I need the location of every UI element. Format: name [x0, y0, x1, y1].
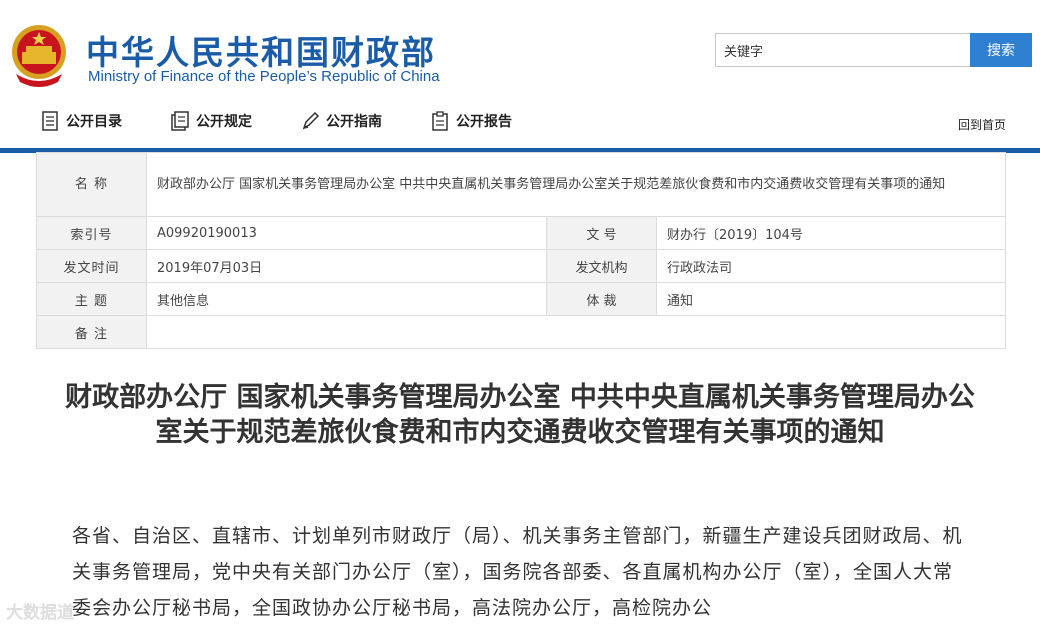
nav-item-guide[interactable]: 公开指南	[300, 110, 382, 132]
nav-label-report: 公开报告	[456, 114, 512, 130]
index-value: A09920190013	[146, 216, 547, 250]
nav-label-catalog: 公开目录	[66, 114, 122, 130]
top-nav: 公开目录 公开规定 公开指南 公开报告 回到首页	[0, 100, 1040, 148]
search-input[interactable]	[715, 33, 971, 67]
doc-no-value: 财办行〔2019〕104号	[656, 216, 1006, 250]
topic-label: 主 题	[36, 282, 147, 316]
report-icon	[432, 111, 448, 131]
catalog-icon	[42, 111, 58, 131]
table-row: 备 注	[36, 315, 1006, 349]
rules-icon	[171, 111, 189, 131]
search-box: 搜索	[715, 33, 1032, 67]
watermark-text: 大数据道	[6, 603, 74, 623]
document-body: 各省、自治区、直辖市、计划单列市财政厅（局）、机关事务主管部门，新疆生产建设兵团…	[72, 525, 963, 619]
note-label: 备 注	[36, 315, 147, 349]
genre-value: 通知	[656, 282, 1006, 316]
date-label: 发文时间	[36, 249, 147, 283]
site-subtitle: Ministry of Finance of the People’s Repu…	[88, 68, 440, 85]
issuer-label: 发文机构	[546, 249, 657, 283]
nav-label-guide: 公开指南	[326, 114, 382, 130]
nav-item-report[interactable]: 公开报告	[430, 110, 512, 132]
nav-label-rules: 公开规定	[196, 114, 252, 130]
note-value	[146, 315, 1006, 349]
table-row: 名 称 财政部办公厅 国家机关事务管理局办公室 中共中央直属机关事务管理局办公室…	[36, 152, 1006, 217]
date-value: 2019年07月03日	[146, 249, 547, 283]
site-header: 中华人民共和国财政部 Ministry of Finance of the Pe…	[0, 0, 1040, 100]
document-title: 财政部办公厅 国家机关事务管理局办公室 中共中央直属机关事务管理局办公室关于规范…	[65, 382, 975, 448]
national-emblem-icon	[12, 25, 66, 87]
document-meta-table: 名 称 财政部办公厅 国家机关事务管理局办公室 中共中央直属机关事务管理局办公室…	[36, 152, 1006, 349]
table-row: 发文时间 2019年07月03日 发文机构 行政政法司	[36, 249, 1006, 283]
doc-no-label: 文 号	[546, 216, 657, 250]
nav-item-catalog[interactable]: 公开目录	[40, 110, 122, 132]
genre-label: 体 裁	[546, 282, 657, 316]
search-button[interactable]: 搜索	[970, 33, 1032, 67]
site-title[interactable]: 中华人民共和国财政部	[86, 26, 436, 74]
topic-value: 其他信息	[146, 282, 547, 316]
nav-item-rules[interactable]: 公开规定	[170, 110, 252, 132]
name-label: 名 称	[36, 152, 147, 217]
home-link[interactable]: 回到首页	[958, 116, 1006, 133]
guide-pen-icon	[302, 111, 320, 130]
issuer-value: 行政政法司	[656, 249, 1006, 283]
table-row: 索引号 A09920190013 文 号 财办行〔2019〕104号	[36, 216, 1006, 250]
table-row: 主 题 其他信息 体 裁 通知	[36, 282, 1006, 316]
index-label: 索引号	[36, 216, 147, 250]
name-value: 财政部办公厅 国家机关事务管理局办公室 中共中央直属机关事务管理局办公室关于规范…	[146, 152, 1006, 217]
